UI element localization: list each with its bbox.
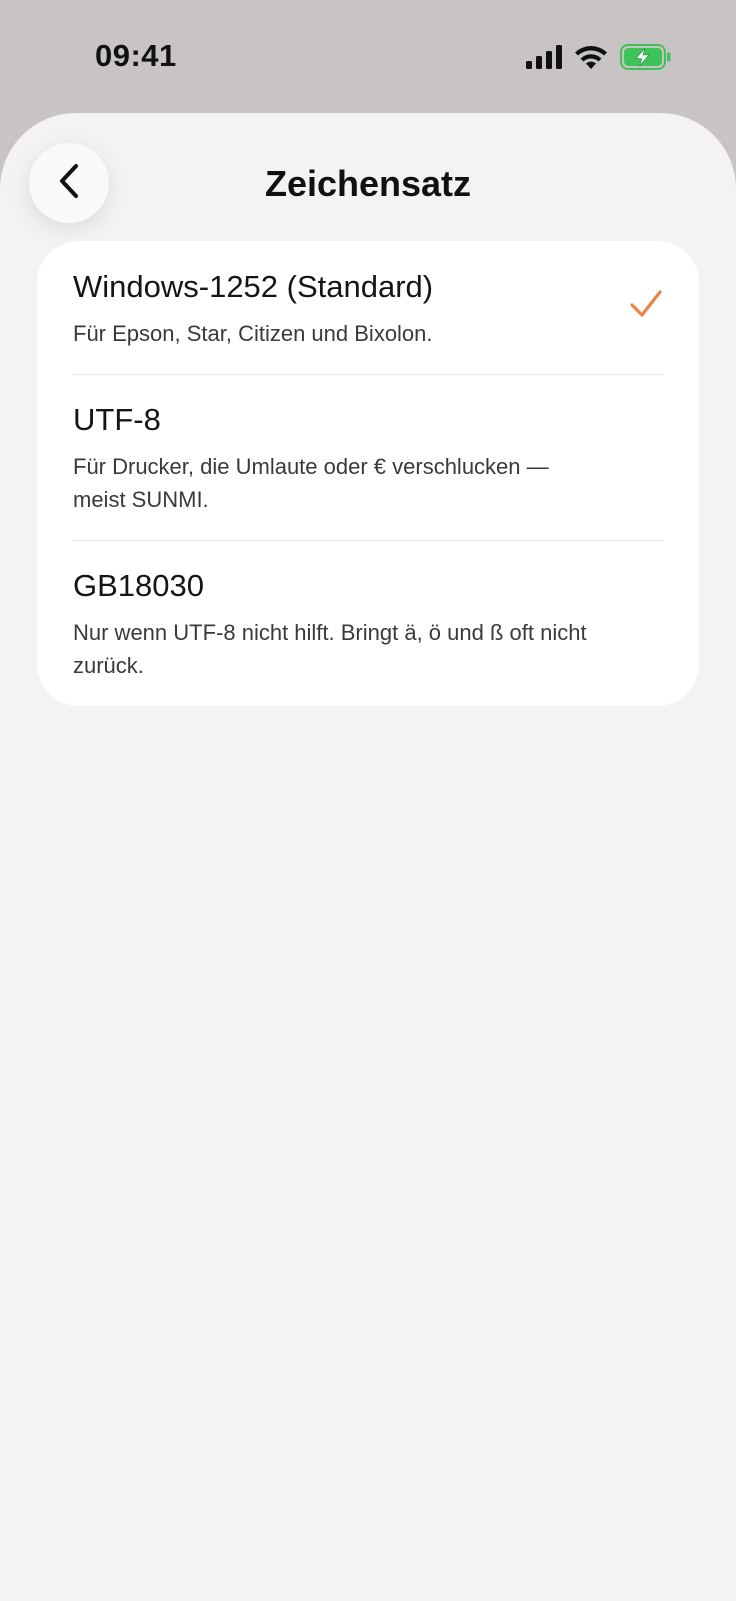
- option-description: Nur wenn UTF-8 nicht hilft. Bringt ä, ö …: [73, 620, 587, 678]
- status-icons: [526, 44, 672, 75]
- status-bar: 09:41: [0, 0, 736, 112]
- checkmark-icon: [629, 287, 663, 321]
- page-title: Zeichensatz: [264, 163, 472, 204]
- battery-charging-icon: [620, 44, 672, 75]
- wifi-icon: [574, 44, 608, 75]
- option-utf-8[interactable]: UTF-8 Für Drucker, die Umlaute oder € ve…: [37, 374, 699, 540]
- status-time: 09:41: [95, 38, 177, 73]
- option-title: UTF-8: [73, 402, 161, 437]
- option-title: GB18030: [73, 568, 204, 603]
- option-description: Für Drucker, die Umlaute oder € verschlu…: [73, 454, 549, 512]
- option-description: Für Epson, Star, Citizen und Bixolon.: [73, 321, 433, 346]
- charset-options-card: Windows-1252 (Standard) Für Epson, Star,…: [37, 241, 699, 706]
- option-gb18030[interactable]: GB18030 Nur wenn UTF-8 nicht hilft. Brin…: [37, 540, 699, 706]
- screen: 09:41 Zeichensatz Windows-1252 (Standard…: [0, 0, 736, 1601]
- option-title: Windows-1252 (Standard): [73, 269, 434, 304]
- option-windows-1252[interactable]: Windows-1252 (Standard) Für Epson, Star,…: [37, 241, 699, 374]
- cellular-signal-icon: [526, 45, 562, 74]
- settings-sheet: Zeichensatz Windows-1252 (Standard) Für …: [0, 113, 736, 1601]
